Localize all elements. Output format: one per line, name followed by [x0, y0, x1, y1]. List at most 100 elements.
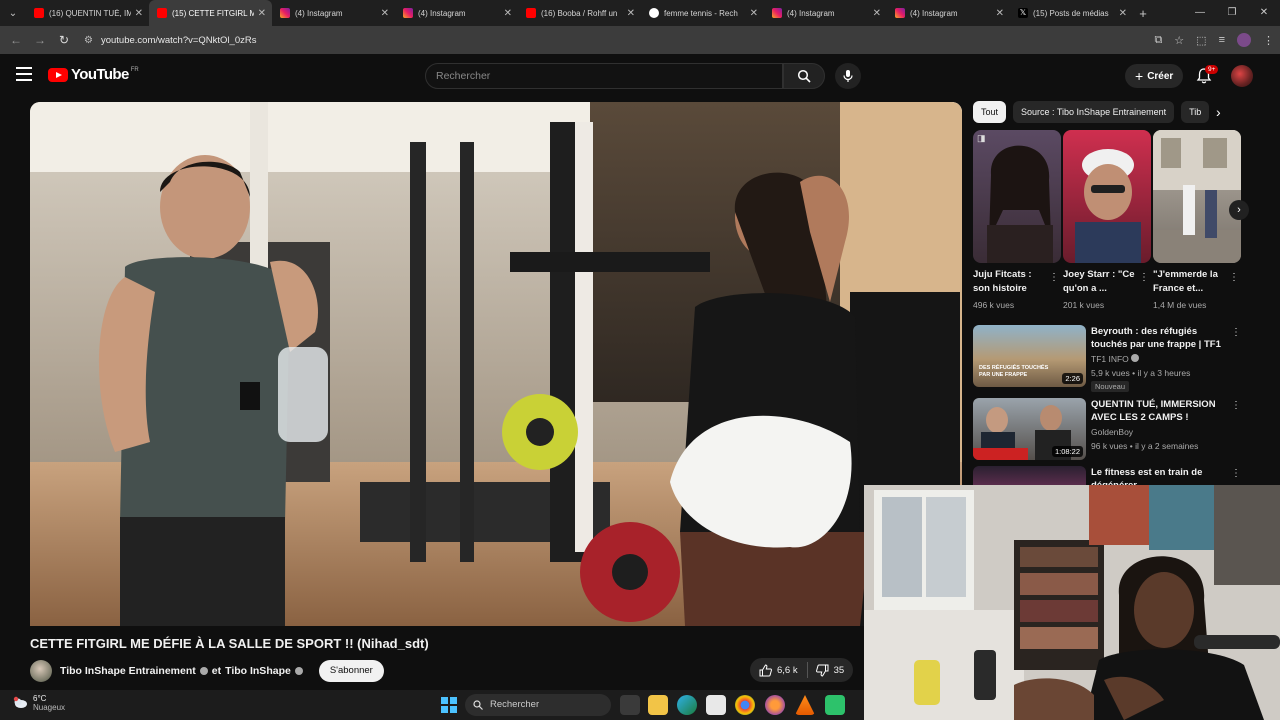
create-button[interactable]: + Créer	[1125, 64, 1184, 88]
site-info-icon[interactable]: ⚙	[84, 35, 93, 46]
subscribe-button[interactable]: S'abonner	[318, 660, 384, 682]
browser-tab[interactable]: (4) Instagram ✕	[764, 0, 887, 26]
account-avatar[interactable]	[1231, 65, 1253, 87]
more-options-icon[interactable]: ⋮	[1229, 272, 1239, 283]
tab-title: (4) Instagram	[910, 8, 958, 18]
channel-avatar[interactable]	[30, 660, 52, 682]
profile-avatar[interactable]	[1237, 33, 1251, 47]
channel-name[interactable]: TF1 INFO	[1091, 354, 1129, 364]
video-title-link[interactable]: Beyrouth : des réfugiés touchés par une …	[1091, 325, 1229, 352]
close-icon[interactable]: ✕	[258, 8, 266, 19]
media-controls-icon[interactable]: ≡	[1219, 34, 1225, 46]
reload-icon[interactable]: ↻	[52, 33, 76, 47]
recommendation-item[interactable]: 1:08:22 QUENTIN TUÉ, IMMERSION AVEC LES …	[973, 398, 1243, 462]
browser-menu-icon[interactable]: ⋮	[1263, 34, 1274, 47]
mute-icon[interactable]: ◨	[977, 133, 986, 144]
video-player[interactable]	[30, 102, 962, 626]
chip-tibo[interactable]: Tib	[1181, 101, 1210, 123]
channel2-name-link[interactable]: Tibo InShape	[225, 665, 291, 677]
youtube-logo[interactable]: YouTube FR	[48, 66, 139, 83]
short-card[interactable]: Joey Starr : "Ce qu'on a ... 201 k vues …	[1063, 130, 1151, 310]
more-options-icon[interactable]: ⋮	[1049, 272, 1059, 283]
chip-all[interactable]: Tout	[973, 101, 1007, 123]
youtube-icon	[34, 8, 44, 18]
close-icon[interactable]: ✕	[996, 8, 1004, 19]
short-views: 496 k vues	[973, 300, 1015, 310]
channel-join-word: et	[211, 665, 222, 677]
more-options-icon[interactable]: ⋮	[1139, 272, 1149, 283]
like-count: 6,6 k	[777, 664, 798, 676]
browser-tab-active[interactable]: (15) CETTE FITGIRL M ✕	[149, 0, 272, 26]
url-field[interactable]: ⚙ youtube.com/watch?v=QNktOl_0zRs	[84, 35, 256, 46]
back-icon[interactable]: ←	[4, 33, 28, 47]
dislike-button[interactable]: 35	[808, 664, 853, 677]
like-button[interactable]: 6,6 k	[750, 662, 808, 678]
channel-name-link[interactable]: Tibo InShape Entrainement	[60, 665, 196, 677]
bookmark-star-icon[interactable]: ☆	[1174, 34, 1184, 47]
task-view-icon[interactable]	[620, 695, 640, 715]
thumbnail-caption: DES RÉFUGIÉS TOUCHÉS PAR UNE FRAPPE	[979, 365, 1049, 378]
search-input[interactable]: Rechercher	[425, 63, 783, 89]
close-window-icon[interactable]: ✕	[1248, 0, 1280, 26]
forward-icon[interactable]: →	[28, 33, 52, 47]
instagram-icon	[403, 8, 413, 18]
close-icon[interactable]: ✕	[750, 8, 758, 19]
edge-icon[interactable]	[677, 695, 697, 715]
windows-start-icon[interactable]	[441, 697, 457, 713]
browser-tab[interactable]: femme tennis - Rech ✕	[641, 0, 764, 26]
tab-title: (15) CETTE FITGIRL M	[172, 8, 254, 18]
close-icon[interactable]: ✕	[504, 8, 512, 19]
minimize-icon[interactable]: —	[1184, 0, 1216, 26]
maximize-icon[interactable]: ❐	[1216, 0, 1248, 26]
close-icon[interactable]: ✕	[1119, 8, 1127, 19]
close-icon[interactable]: ✕	[873, 8, 881, 19]
short-title: Joey Starr : "Ce qu'on a ...	[1063, 269, 1135, 294]
recommendation-item[interactable]: DES RÉFUGIÉS TOUCHÉS PAR UNE FRAPPE 2:26…	[973, 325, 1243, 392]
video-title-link[interactable]: QUENTIN TUÉ, IMMERSION AVEC LES 2 CAMPS …	[1091, 398, 1229, 424]
weather-widget[interactable]: 6°C Nuageux	[12, 694, 65, 712]
browser-tab[interactable]: (4) Instagram ✕	[395, 0, 518, 26]
browser-tab[interactable]: (4) Instagram ✕	[272, 0, 395, 26]
store-icon[interactable]	[706, 695, 726, 715]
extensions-icon[interactable]: ⬚	[1196, 34, 1206, 47]
tab-title: femme tennis - Rech	[664, 8, 738, 18]
short-thumbnail-image	[1153, 130, 1241, 263]
file-explorer-icon[interactable]	[648, 695, 668, 715]
vlc-icon[interactable]	[795, 695, 815, 715]
more-options-icon[interactable]: ⋮	[1231, 327, 1241, 338]
browser-tab[interactable]: 𝕏 (15) Posts de médias ✕	[1010, 0, 1133, 26]
short-card[interactable]: ◨ Juju Fitcats : son histoire 496 k vues…	[973, 130, 1061, 310]
close-icon[interactable]: ✕	[627, 8, 635, 19]
channel-name[interactable]: GoldenBoy	[1091, 427, 1133, 437]
new-tab-button[interactable]: +	[1133, 6, 1153, 21]
shorts-next-button[interactable]: ›	[1229, 200, 1249, 220]
channel-row: Tibo InShape Entrainement et Tibo InShap…	[30, 658, 860, 684]
browser-tab[interactable]: (16) Booba / Rohff un ✕	[518, 0, 641, 26]
more-options-icon[interactable]: ⋮	[1231, 400, 1241, 411]
tab-search-icon[interactable]: ⌄	[0, 0, 26, 26]
youtube-icon	[526, 8, 536, 18]
menu-icon[interactable]	[16, 67, 32, 81]
temperature: 6°C	[33, 694, 47, 703]
thumbs-down-icon	[815, 664, 829, 677]
close-icon[interactable]: ✕	[135, 8, 143, 19]
taskbar-search[interactable]: Rechercher	[465, 694, 611, 716]
short-views: 1,4 M de vues	[1153, 300, 1207, 310]
browser-tab[interactable]: (4) Instagram ✕	[887, 0, 1010, 26]
address-bar-actions: ⧉ ☆ ⬚ ≡ ⋮	[1154, 26, 1274, 54]
short-views: 201 k vues	[1063, 300, 1105, 310]
chrome-icon[interactable]	[735, 695, 755, 715]
app-icon[interactable]	[825, 695, 845, 715]
firefox-icon[interactable]	[765, 695, 785, 715]
voice-search-button[interactable]	[835, 63, 861, 89]
browser-tab[interactable]: (16) QUENTIN TUÉ, IM ✕	[26, 0, 149, 26]
more-options-icon[interactable]: ⋮	[1231, 468, 1241, 479]
close-icon[interactable]: ✕	[381, 8, 389, 19]
install-app-icon[interactable]: ⧉	[1154, 34, 1162, 47]
search-button[interactable]	[783, 63, 825, 89]
short-card[interactable]: "J'emmerde la France et... 1,4 M de vues…	[1153, 130, 1241, 310]
chevron-right-icon[interactable]: ›	[1216, 104, 1221, 120]
webcam-overlay	[864, 485, 1280, 720]
chip-source[interactable]: Source : Tibo InShape Entrainement	[1013, 101, 1175, 123]
video-duration: 1:08:22	[1051, 446, 1083, 457]
